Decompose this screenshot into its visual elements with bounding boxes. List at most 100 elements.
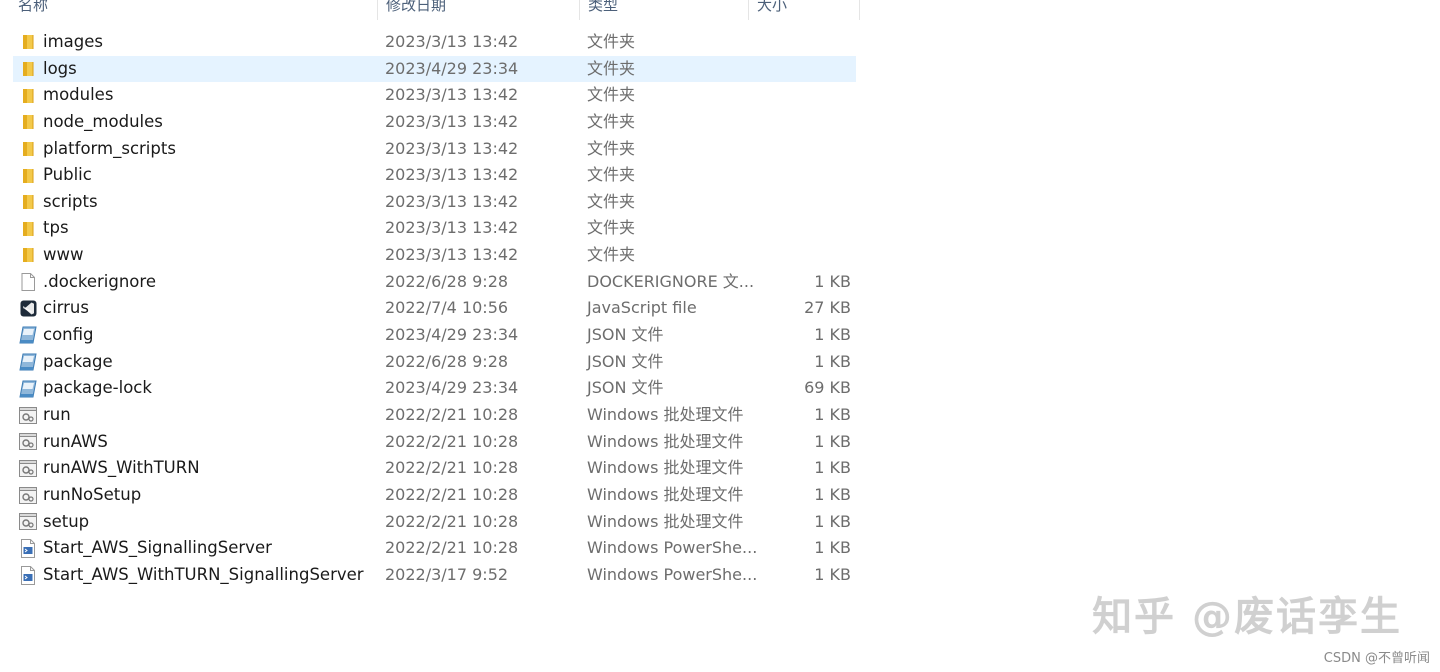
folder-icon bbox=[18, 189, 38, 216]
file-size: 1 KB bbox=[814, 351, 851, 371]
file-row[interactable]: Start_AWS_WithTURN_SignallingServer 2022/… bbox=[0, 562, 870, 589]
file-row[interactable]: .dockerignore 2022/6/28 9:28 DOCKERIGNORE … bbox=[0, 269, 870, 296]
file-date: 2022/7/4 10:56 bbox=[385, 298, 509, 318]
column-header-type[interactable]: 类型 bbox=[579, 0, 748, 20]
column-header-name[interactable]: 名称 bbox=[10, 0, 377, 20]
file-name[interactable]: runAWS_WithTURN bbox=[43, 455, 200, 482]
file-date: 2023/4/29 23:34 bbox=[385, 325, 519, 345]
file-name[interactable]: Start_AWS_SignallingServer bbox=[43, 535, 272, 562]
file-date: 2023/3/13 13:42 bbox=[385, 32, 519, 51]
file-date: 2023/3/13 13:42 bbox=[385, 165, 519, 185]
file-row[interactable]: platform_scripts 2023/3/13 13:42 文件夹 bbox=[0, 136, 870, 163]
file-name[interactable]: platform_scripts bbox=[43, 136, 176, 163]
folder-icon bbox=[18, 56, 38, 83]
file-row[interactable]: config 2023/4/29 23:34 JSON 文件 1 KB bbox=[0, 322, 870, 349]
file-type: Windows 批处理文件 bbox=[587, 404, 744, 424]
file-row[interactable]: images 2023/3/13 13:42 文件夹 bbox=[0, 29, 870, 56]
json-icon bbox=[18, 322, 38, 349]
file-row[interactable]: Public 2023/3/13 13:42 文件夹 bbox=[0, 162, 870, 189]
file-date: 2023/3/13 13:42 bbox=[385, 191, 519, 211]
file-row[interactable]: www 2023/3/13 13:42 文件夹 bbox=[0, 242, 870, 269]
file-row[interactable]: package-lock 2023/4/29 23:34 JSON 文件 69 KB bbox=[0, 375, 870, 402]
batch-icon bbox=[18, 402, 38, 429]
column-header-size[interactable]: 大小 bbox=[748, 0, 860, 20]
file-explorer: 名称 修改日期 类型 大小 images 2023/3/13 13:42 文件夹 lo… bbox=[0, 0, 1440, 672]
file-name[interactable]: package bbox=[43, 349, 113, 376]
file-type: 文件夹 bbox=[587, 165, 636, 185]
file-type: JSON 文件 bbox=[587, 325, 664, 345]
file-row[interactable]: node_modules 2023/3/13 13:42 文件夹 bbox=[0, 109, 870, 136]
file-name[interactable]: package-lock bbox=[43, 375, 152, 402]
file-date: 2022/2/21 10:28 bbox=[385, 458, 519, 478]
file-name[interactable]: Public bbox=[43, 162, 92, 189]
file-name[interactable]: setup bbox=[43, 509, 89, 536]
file-type: Windows PowerShe... bbox=[587, 538, 758, 558]
file-row[interactable]: package 2022/6/28 9:28 JSON 文件 1 KB bbox=[0, 349, 870, 376]
file-name[interactable]: www bbox=[43, 242, 84, 269]
file-date: 2023/3/13 13:42 bbox=[385, 218, 519, 238]
file-type: Windows PowerShe... bbox=[587, 564, 758, 584]
batch-icon bbox=[18, 455, 38, 482]
file-type: 文件夹 bbox=[587, 218, 636, 238]
file-name[interactable]: tps bbox=[43, 215, 69, 242]
folder-icon bbox=[18, 82, 38, 109]
file-type: Windows 批处理文件 bbox=[587, 431, 744, 451]
vscode-icon bbox=[18, 295, 38, 322]
file-size bbox=[760, 162, 851, 189]
csdn-watermark: CSDN @不曾听闻 bbox=[1323, 651, 1430, 666]
file-size bbox=[760, 56, 851, 83]
file-date: 2022/2/21 10:28 bbox=[385, 431, 519, 451]
file-name[interactable]: images bbox=[43, 29, 103, 56]
file-date: 2022/6/28 9:28 bbox=[385, 271, 509, 291]
file-name[interactable]: run bbox=[43, 402, 71, 429]
file-name[interactable]: cirrus bbox=[43, 295, 89, 322]
file-name[interactable]: Start_AWS_WithTURN_SignallingServer bbox=[43, 562, 364, 589]
file-row[interactable]: runAWS_WithTURN 2022/2/21 10:28 Windows 批处… bbox=[0, 455, 870, 482]
folder-icon bbox=[18, 242, 38, 269]
file-type: Windows 批处理文件 bbox=[587, 484, 744, 504]
file-name[interactable]: node_modules bbox=[43, 109, 163, 136]
file-name[interactable]: logs bbox=[43, 56, 77, 83]
file-date: 2023/4/29 23:34 bbox=[385, 378, 519, 398]
file-size: 1 KB bbox=[814, 538, 851, 558]
folder-icon bbox=[18, 29, 38, 56]
file-row[interactable]: tps 2023/3/13 13:42 文件夹 bbox=[0, 215, 870, 242]
file-list: images 2023/3/13 13:42 文件夹 logs 2023/4/29 23… bbox=[0, 29, 870, 588]
file-name[interactable]: runAWS bbox=[43, 429, 108, 456]
file-type: 文件夹 bbox=[587, 245, 636, 265]
file-row[interactable]: setup 2022/2/21 10:28 Windows 批处理文件 1 KB bbox=[0, 509, 870, 536]
file-name[interactable]: runNoSetup bbox=[43, 482, 141, 509]
file-size bbox=[760, 215, 851, 242]
file-name[interactable]: config bbox=[43, 322, 94, 349]
file-date: 2022/2/21 10:28 bbox=[385, 538, 519, 558]
file-date: 2023/3/13 13:42 bbox=[385, 85, 519, 105]
batch-icon bbox=[18, 429, 38, 456]
file-type: JavaScript file bbox=[587, 298, 697, 318]
file-row[interactable]: scripts 2023/3/13 13:42 文件夹 bbox=[0, 189, 870, 216]
powershell-icon bbox=[18, 562, 38, 589]
file-row[interactable]: runNoSetup 2022/2/21 10:28 Windows 批处理文件 1 … bbox=[0, 482, 870, 509]
file-name[interactable]: .dockerignore bbox=[43, 269, 156, 296]
column-header-date[interactable]: 修改日期 bbox=[377, 0, 579, 20]
file-row[interactable]: logs 2023/4/29 23:34 文件夹 bbox=[0, 55, 870, 83]
file-row[interactable]: runAWS 2022/2/21 10:28 Windows 批处理文件 1 KB bbox=[0, 429, 870, 456]
file-type: Windows 批处理文件 bbox=[587, 511, 744, 531]
file-size bbox=[760, 242, 851, 269]
file-size bbox=[760, 29, 851, 56]
file-size: 27 KB bbox=[804, 298, 851, 318]
json-icon bbox=[18, 349, 38, 376]
file-row[interactable]: cirrus 2022/7/4 10:56 JavaScript file 27 KB bbox=[0, 295, 870, 322]
file-row[interactable]: Start_AWS_SignallingServer 2022/2/21 10:2… bbox=[0, 535, 870, 562]
file-row[interactable]: modules 2023/3/13 13:42 文件夹 bbox=[0, 82, 870, 109]
file-type: 文件夹 bbox=[587, 58, 636, 78]
file-name[interactable]: modules bbox=[43, 82, 113, 109]
file-date: 2023/3/13 13:42 bbox=[385, 245, 519, 265]
column-header: 名称 修改日期 类型 大小 bbox=[0, 0, 862, 20]
file-row[interactable]: run 2022/2/21 10:28 Windows 批处理文件 1 KB bbox=[0, 402, 870, 429]
file-name[interactable]: scripts bbox=[43, 189, 98, 216]
file-size: 1 KB bbox=[814, 564, 851, 584]
folder-icon bbox=[18, 215, 38, 242]
file-date: 2022/3/17 9:52 bbox=[385, 564, 509, 584]
file-icon bbox=[18, 269, 38, 296]
folder-icon bbox=[18, 162, 38, 189]
